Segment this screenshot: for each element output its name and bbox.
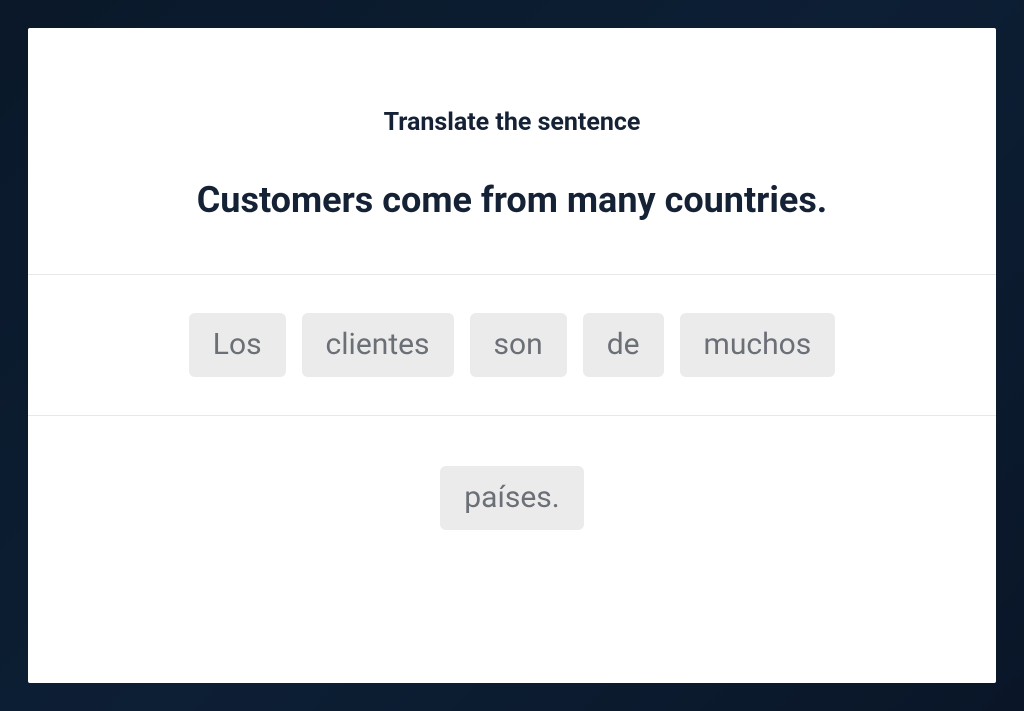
answer-word[interactable]: muchos [680, 313, 836, 377]
exercise-card: Translate the sentence Customers come fr… [28, 28, 996, 683]
answer-word[interactable]: Los [189, 313, 286, 377]
source-sentence: Customers come from many countries. [68, 177, 956, 224]
answer-word[interactable]: clientes [302, 313, 454, 377]
instruction-text: Translate the sentence [68, 108, 956, 137]
answer-word[interactable]: de [583, 313, 664, 377]
word-bank: países. [28, 416, 996, 580]
bank-word[interactable]: países. [440, 466, 583, 530]
answer-row[interactable]: Los clientes son de muchos [28, 275, 996, 416]
answer-word[interactable]: son [470, 313, 567, 377]
prompt-section: Translate the sentence Customers come fr… [28, 28, 996, 275]
